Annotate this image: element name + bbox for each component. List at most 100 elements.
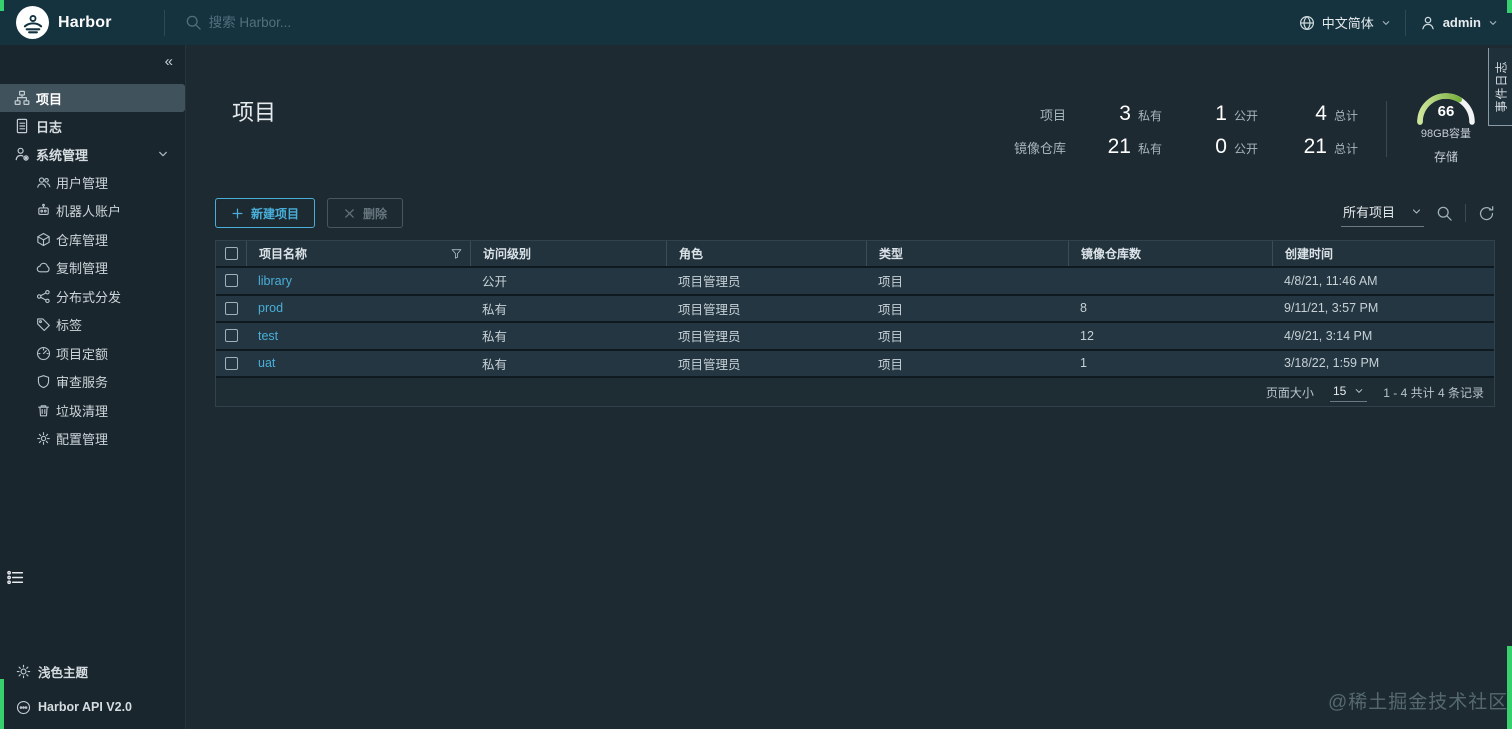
recording-marker xyxy=(0,679,4,729)
sidebar-item-label: 日志 xyxy=(36,119,63,135)
theme-toggle-label: 浅色主题 xyxy=(38,665,89,680)
recording-marker xyxy=(1507,646,1512,729)
sidebar-item-robot-accounts[interactable]: 机器人账户 xyxy=(0,197,185,226)
administrator-icon xyxy=(14,146,30,162)
project-link[interactable]: library xyxy=(258,274,292,288)
page-size-value: 15 xyxy=(1332,383,1347,398)
table-row: library 公开 项目管理员 项目 4/8/21, 11:46 AM xyxy=(216,268,1494,296)
type-cell: 项目 xyxy=(878,275,904,290)
sidebar-item-registries[interactable]: 仓库管理 xyxy=(0,225,185,254)
column-header-name: 项目名称 xyxy=(246,241,470,266)
filter-funnel-icon[interactable] xyxy=(451,248,462,259)
sidebar-item-projects[interactable]: 项目 xyxy=(0,84,185,112)
search-input[interactable] xyxy=(208,15,509,30)
delete-button[interactable]: 删除 xyxy=(327,198,404,228)
pagination-summary: 1 - 4 共计 4 条记录 xyxy=(1383,385,1484,400)
organization-icon xyxy=(14,90,30,106)
project-filter-value: 所有项目 xyxy=(1342,204,1395,220)
table-row: uat 私有 项目管理员 项目 1 3/18/22, 1:59 PM xyxy=(216,350,1494,378)
user-menu[interactable]: admin xyxy=(1406,0,1512,45)
storage-label: 存储 xyxy=(1433,150,1458,164)
toolbar: 新建项目 删除 所有项目 xyxy=(215,198,1495,228)
repos-total-count: 21 xyxy=(1303,135,1327,158)
global-search xyxy=(185,14,509,31)
sidebar-item-configuration[interactable]: 配置管理 xyxy=(0,425,185,454)
project-link[interactable]: test xyxy=(258,329,278,343)
type-cell: 项目 xyxy=(878,357,904,372)
share-icon xyxy=(36,289,51,304)
sidebar-item-system[interactable]: 系统管理 xyxy=(0,140,185,168)
summary-stats: 项目 3 私有 1 公开 4 总计 镜像仓库 21 私有 0 公开 21 总计 xyxy=(1014,102,1358,159)
sidebar-collapse-button[interactable]: « xyxy=(165,53,173,70)
sidebar-item-interrogation-services[interactable]: 审查服务 xyxy=(0,368,185,397)
new-project-label: 新建项目 xyxy=(251,206,300,221)
list-menu-button[interactable] xyxy=(6,568,25,587)
sidebar-item-users[interactable]: 用户管理 xyxy=(0,168,185,197)
public-label: 公开 xyxy=(1233,142,1258,156)
sidebar-item-label: 复制管理 xyxy=(56,261,109,277)
table-header-row: 项目名称 访问级别 角色 类型 镜像仓库数 创建时间 xyxy=(216,241,1494,268)
page-title: 项目 xyxy=(232,100,277,125)
harbor-logo-icon[interactable] xyxy=(16,6,49,39)
project-link[interactable]: prod xyxy=(258,301,283,315)
total-label: 总计 xyxy=(1333,109,1358,123)
new-project-button[interactable]: 新建项目 xyxy=(215,198,316,228)
created-cell: 4/8/21, 11:46 AM xyxy=(1284,273,1378,288)
private-label: 私有 xyxy=(1137,109,1162,123)
table-footer: 页面大小 15 1 - 4 共计 4 条记录 xyxy=(216,378,1494,406)
chevron-down-icon xyxy=(1381,18,1391,28)
role-cell: 项目管理员 xyxy=(678,357,741,372)
select-all-checkbox[interactable] xyxy=(224,247,238,260)
sidebar-item-label: 仓库管理 xyxy=(56,232,109,248)
sidebar-item-label: 项目 xyxy=(36,91,63,107)
cube-icon xyxy=(36,232,51,247)
sidebar-item-logs[interactable]: 日志 xyxy=(0,112,185,140)
event-log-tab[interactable]: 事件日志 xyxy=(1488,48,1512,126)
repo-count-cell: 1 xyxy=(1080,356,1087,371)
row-checkbox[interactable] xyxy=(224,274,238,288)
projects-table: 项目名称 访问级别 角色 类型 镜像仓库数 创建时间 library 公开 项目… xyxy=(215,240,1495,407)
cloud-icon xyxy=(36,260,51,275)
api-link-label: Harbor API V2.0 xyxy=(38,700,133,714)
sidebar-item-replications[interactable]: 复制管理 xyxy=(0,254,185,283)
sidebar-item-garbage-collection[interactable]: 垃圾清理 xyxy=(0,396,185,425)
repo-count-cell: 8 xyxy=(1080,301,1087,316)
chevron-down-icon xyxy=(1488,18,1498,28)
gear-icon xyxy=(36,431,51,446)
page-size-select[interactable]: 15 xyxy=(1329,383,1368,402)
chevron-down-icon xyxy=(1354,386,1364,396)
sidebar-item-label: 垃圾清理 xyxy=(56,403,109,419)
harbor-api-link[interactable]: Harbor API V2.0 xyxy=(0,693,185,721)
sidebar-item-distribution[interactable]: 分布式分发 xyxy=(0,282,185,311)
sidebar-item-project-quotas[interactable]: 项目定额 xyxy=(0,339,185,368)
sidebar-item-labels[interactable]: 标签 xyxy=(0,311,185,340)
language-menu[interactable]: 中文简体 xyxy=(1285,0,1405,45)
chevron-down-icon xyxy=(1411,206,1422,217)
username-label: admin xyxy=(1442,15,1481,30)
table-row: test 私有 项目管理员 项目 12 4/9/21, 3:14 PM xyxy=(216,323,1494,351)
project-link[interactable]: uat xyxy=(258,356,275,370)
sidebar-item-label: 审查服务 xyxy=(56,375,109,391)
theme-toggle[interactable]: 浅色主题 xyxy=(0,657,185,685)
refresh-icon[interactable] xyxy=(1478,205,1495,222)
row-checkbox[interactable] xyxy=(224,301,238,315)
type-cell: 项目 xyxy=(878,330,904,345)
sidebar-item-label: 机器人账户 xyxy=(56,204,122,220)
recording-marker xyxy=(1507,0,1512,13)
role-cell: 项目管理员 xyxy=(678,330,741,345)
toolbar-divider xyxy=(1465,204,1466,222)
row-checkbox[interactable] xyxy=(224,356,238,370)
delete-label: 删除 xyxy=(363,206,388,221)
globe-icon xyxy=(1299,15,1315,31)
access-level-cell: 私有 xyxy=(482,330,508,345)
storage-used-value: 66 xyxy=(1437,103,1455,120)
project-filter-select[interactable]: 所有项目 xyxy=(1340,200,1424,227)
role-cell: 项目管理员 xyxy=(678,275,741,290)
list-icon xyxy=(6,568,25,587)
row-checkbox[interactable] xyxy=(224,329,238,343)
sidebar-item-label: 项目定额 xyxy=(56,346,109,362)
table-search-icon[interactable] xyxy=(1436,205,1453,222)
sun-icon xyxy=(16,664,31,679)
sidebar-item-label: 分布式分发 xyxy=(56,289,122,305)
projects-public-count: 1 xyxy=(1215,102,1227,125)
